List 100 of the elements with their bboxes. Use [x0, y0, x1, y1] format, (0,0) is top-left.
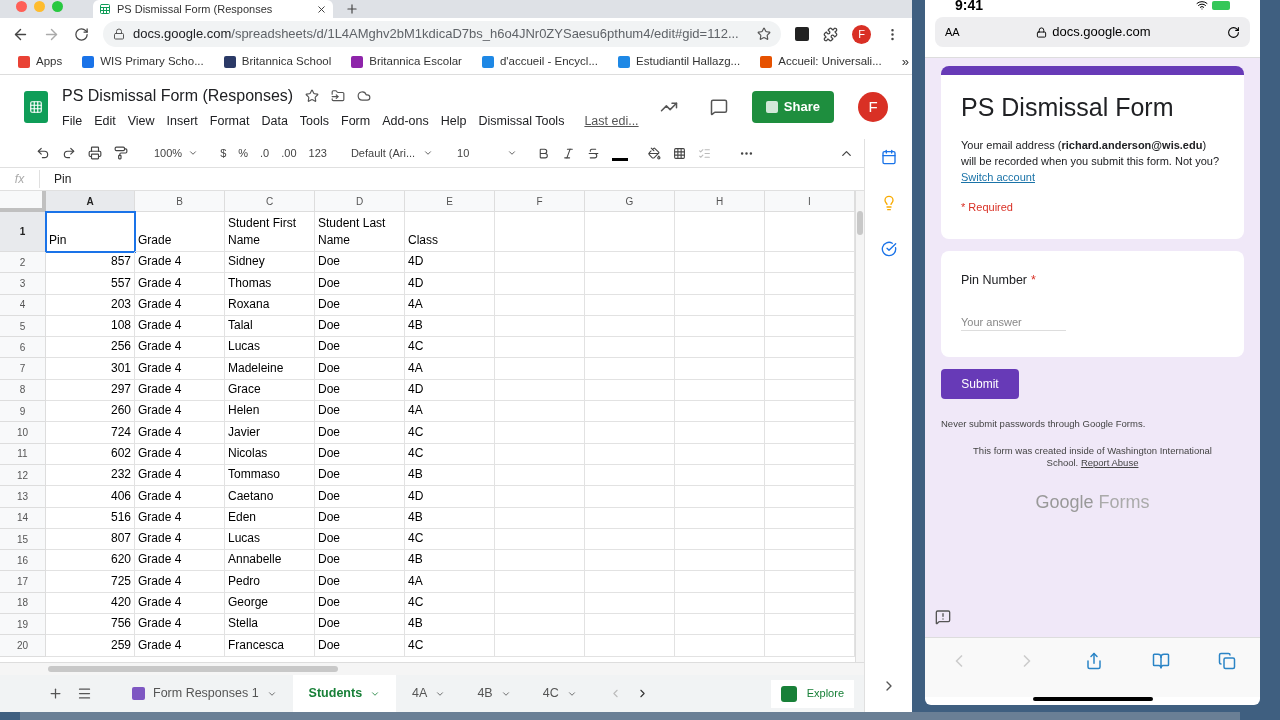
table-cell[interactable]: Student First Name — [225, 212, 315, 252]
column-header[interactable]: H — [675, 191, 765, 212]
explore-button[interactable]: Explore — [770, 679, 854, 708]
italic-icon[interactable] — [562, 146, 576, 160]
table-cell[interactable]: Doe — [315, 464, 405, 487]
bookmark[interactable]: Britannica School — [223, 53, 332, 71]
table-cell[interactable] — [675, 550, 765, 572]
table-cell[interactable] — [675, 212, 765, 252]
table-cell[interactable] — [585, 507, 675, 529]
row-header[interactable]: 3 — [0, 273, 46, 295]
row-header[interactable]: 10 — [0, 422, 46, 444]
table-cell[interactable] — [495, 422, 585, 444]
table-cell[interactable]: 4A — [405, 401, 495, 423]
table-cell[interactable] — [675, 273, 765, 295]
new-tab-icon[interactable] — [345, 2, 359, 16]
table-cell[interactable]: 4C — [405, 443, 495, 465]
table-cell[interactable]: Doe — [315, 571, 405, 593]
table-cell[interactable] — [585, 635, 675, 657]
table-cell[interactable] — [495, 379, 585, 402]
table-cell[interactable]: 724 — [46, 422, 135, 444]
star-icon[interactable] — [305, 88, 320, 103]
table-cell[interactable]: Roxana — [225, 294, 315, 316]
table-cell[interactable]: 256 — [46, 337, 135, 359]
table-cell[interactable] — [675, 486, 765, 508]
table-cell[interactable] — [495, 212, 585, 252]
table-cell[interactable] — [585, 358, 675, 380]
table-cell[interactable]: 4C — [405, 635, 495, 657]
table-cell[interactable]: Javier — [225, 422, 315, 444]
table-cell[interactable]: Doe — [315, 507, 405, 529]
table-cell[interactable] — [675, 571, 765, 593]
table-cell[interactable]: Lucas — [225, 528, 315, 551]
row-header[interactable]: 4 — [0, 294, 46, 316]
fill-color-icon[interactable] — [648, 146, 662, 160]
table-cell[interactable]: Lucas — [225, 337, 315, 359]
vertical-scrollbar[interactable] — [855, 191, 864, 662]
table-cell[interactable]: Talal — [225, 315, 315, 338]
column-header[interactable]: G — [585, 191, 675, 212]
table-cell[interactable] — [675, 379, 765, 402]
table-cell[interactable]: Grade 4 — [135, 614, 225, 636]
table-cell[interactable] — [585, 614, 675, 636]
table-cell[interactable]: 259 — [46, 635, 135, 657]
feedback-icon[interactable] — [935, 609, 951, 625]
switch-account-link[interactable]: Switch account — [961, 170, 1035, 183]
table-cell[interactable] — [675, 401, 765, 423]
table-cell[interactable] — [495, 635, 585, 657]
table-cell[interactable]: 620 — [46, 550, 135, 572]
row-header[interactable]: 5 — [0, 315, 46, 338]
table-cell[interactable]: Doe — [315, 592, 405, 615]
table-cell[interactable]: 756 — [46, 614, 135, 636]
borders-icon[interactable] — [673, 146, 687, 160]
table-cell[interactable]: Grade 4 — [135, 422, 225, 444]
table-cell[interactable]: Doe — [315, 379, 405, 402]
table-cell[interactable] — [675, 337, 765, 359]
address-bar[interactable]: docs.google.com/spreadsheets/d/1L4AMghv2bM1kdicaD7bs_h6o4JNr0ZYSaesu6pthum4/edit#gid=112... — [103, 21, 781, 47]
formula-field[interactable]: Pin — [40, 170, 72, 188]
add-sheet-icon[interactable] — [48, 686, 63, 701]
redo-icon[interactable] — [62, 146, 76, 160]
table-cell[interactable] — [585, 422, 675, 444]
table-cell[interactable]: Annabelle — [225, 550, 315, 572]
table-cell[interactable]: Thomas — [225, 273, 315, 295]
table-cell[interactable]: 420 — [46, 592, 135, 615]
bookmark[interactable]: WIS Primary Scho... — [82, 53, 204, 71]
sheet-tab[interactable]: 4C — [526, 675, 593, 712]
move-icon[interactable] — [331, 88, 346, 103]
menu-item[interactable]: Add-ons — [382, 111, 429, 131]
row-header[interactable]: 1 — [0, 212, 46, 252]
table-cell[interactable]: Grade 4 — [135, 507, 225, 529]
currency-button[interactable]: $ — [220, 144, 227, 162]
table-cell[interactable] — [495, 592, 585, 615]
table-cell[interactable] — [675, 464, 765, 487]
share-button[interactable]: Share — [751, 91, 834, 123]
table-cell[interactable] — [585, 486, 675, 508]
table-cell[interactable] — [675, 592, 765, 615]
extensions-icon[interactable] — [823, 26, 838, 42]
menu-item[interactable]: Insert — [166, 111, 198, 131]
menu-item[interactable]: Tools — [299, 111, 330, 131]
report-abuse-link[interactable]: Report Abuse — [1080, 457, 1139, 468]
table-cell[interactable]: Madeleine — [225, 358, 315, 380]
table-cell[interactable]: 516 — [46, 507, 135, 529]
safari-address-bar[interactable]: AA docs.google.com — [935, 17, 1250, 47]
menu-item[interactable]: Help — [440, 111, 467, 131]
table-cell[interactable]: 4C — [405, 592, 495, 615]
table-cell[interactable] — [675, 507, 765, 529]
table-cell[interactable]: Tommaso — [225, 464, 315, 487]
table-cell[interactable]: Grade 4 — [135, 315, 225, 338]
menu-item[interactable]: Dismissal Tools — [478, 111, 565, 131]
table-cell[interactable]: Doe — [315, 315, 405, 338]
table-cell[interactable] — [675, 528, 765, 551]
table-cell[interactable]: Doe — [315, 401, 405, 423]
browser-tab[interactable]: PS Dismissal Form (Responses — [93, 0, 333, 18]
sheet-tab[interactable]: Form Responses 1 — [116, 675, 293, 712]
table-cell[interactable] — [495, 252, 585, 274]
table-cell[interactable] — [585, 252, 675, 274]
column-header[interactable]: E — [405, 191, 495, 212]
row-header[interactable]: 18 — [0, 592, 46, 615]
row-header[interactable]: 17 — [0, 571, 46, 593]
table-cell[interactable]: 4A — [405, 358, 495, 380]
table-cell[interactable]: 297 — [46, 379, 135, 402]
font-size-select[interactable]: 10 — [457, 144, 518, 162]
table-cell[interactable] — [675, 358, 765, 380]
